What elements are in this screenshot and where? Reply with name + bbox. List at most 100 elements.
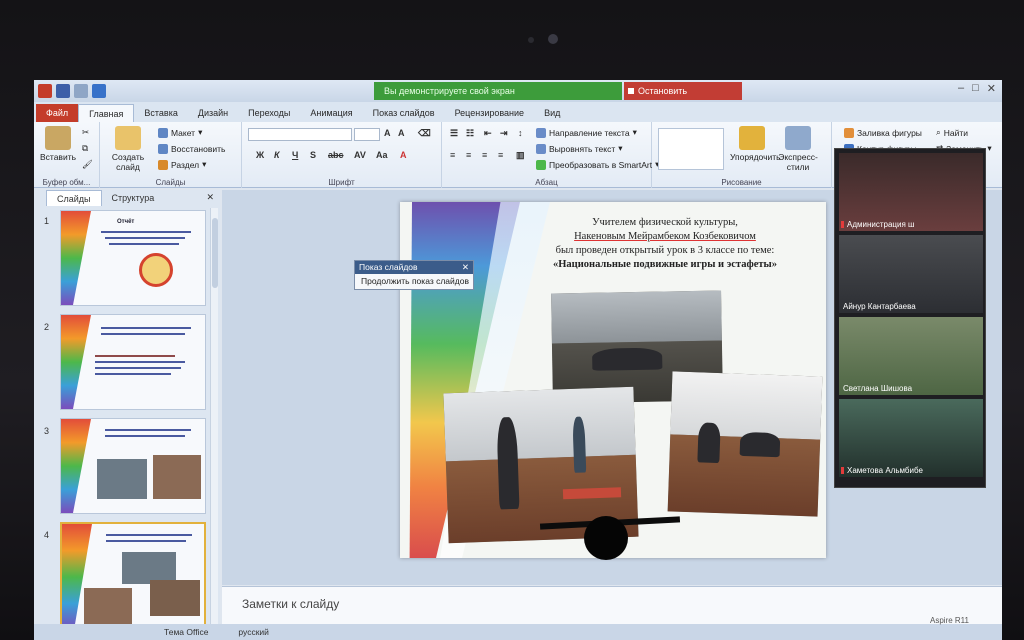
underline-icon[interactable]: Ч [292,150,298,160]
resume-slideshow-item[interactable]: Продолжить показ слайдов [355,274,473,289]
section-button[interactable]: Раздел ▾ [158,158,206,171]
char-spacing-icon[interactable]: AV [354,150,366,160]
decrease-indent-icon[interactable]: ⇤ [484,128,492,139]
shrink-font-icon[interactable]: A [398,128,405,138]
popup-close-icon[interactable]: ✕ [462,261,469,274]
close-panel-icon[interactable]: ✕ [206,192,214,203]
paste-icon [45,126,71,150]
bold-icon[interactable]: Ж [256,150,264,160]
thumb-text-line [101,231,191,233]
thumb-photo [84,588,132,626]
stop-sharing-button[interactable]: Остановить демонстрацию [624,82,742,114]
clipboard-group-label: Буфер обм... [42,178,91,187]
text-direction-button[interactable]: Направление текста ▾ [536,126,637,139]
tab-slides[interactable]: Слайды [46,190,102,206]
slide-thumbnail-3[interactable] [60,418,206,514]
participant-tile[interactable]: Хаметова Альмбибе [839,399,983,477]
participant-tile[interactable]: Светлана Шишова [839,317,983,395]
thumb-text-line [105,429,191,431]
line-spacing-icon[interactable]: ↕ [518,128,523,138]
smartart-icon [536,159,546,170]
increase-indent-icon[interactable]: ⇥ [500,128,508,139]
lesson-photo-right[interactable] [667,371,823,517]
font-size-select[interactable] [354,128,380,141]
tab-file[interactable]: Файл [36,104,79,122]
thumb-stripe [61,419,91,513]
tab-animations[interactable]: Анимация [300,104,362,122]
current-slide[interactable]: Учителем физической культуры, Накеновым … [400,202,826,558]
theme-status: Тема Office [164,627,209,637]
reset-button[interactable]: Восстановить [158,142,225,155]
language-status[interactable]: русский [238,624,269,640]
font-family-select[interactable] [248,128,352,141]
device-brand-label: Aspire R11 [930,616,969,625]
align-center-icon[interactable]: ≡ [466,150,471,160]
strikethrough-icon[interactable]: abc [328,150,344,160]
cut-icon[interactable]: ✂ [82,126,89,139]
format-painter-icon[interactable]: 🖌 [82,158,93,171]
tab-outline[interactable]: Структура [102,190,165,206]
shape-fill-button[interactable]: Заливка фигуры [844,126,922,139]
slide-thumbnail-4[interactable] [60,522,206,632]
thumb-stripe [61,211,91,305]
justify-icon[interactable]: ≡ [498,150,503,160]
slide-thumbnail-1[interactable]: Отчёт [60,210,206,306]
numbering-icon[interactable]: ☷ [466,128,474,139]
slide-thumbnail-2[interactable] [60,314,206,410]
tab-view[interactable]: Вид [534,104,570,122]
notes-pane[interactable]: Заметки к слайду [222,586,1002,624]
save-icon[interactable] [56,84,70,98]
thumb-text-line [105,237,185,239]
tab-home[interactable]: Главная [78,104,135,122]
tab-transitions[interactable]: Переходы [238,104,300,122]
shape-fill-icon [844,127,854,138]
columns-icon[interactable]: ▥ [516,150,525,161]
start-slideshow-icon[interactable] [92,84,106,98]
participant-tile[interactable]: Администрация ш [839,153,983,231]
italic-icon[interactable]: К [274,150,280,160]
slide-text-block[interactable]: Учителем физической культуры, Накеновым … [520,216,810,272]
panel-tabs: Слайды Структура [46,190,164,206]
thumb-text-line [106,540,186,542]
grow-font-icon[interactable]: A [384,128,391,138]
shape-fill-label: Заливка фигуры [857,127,922,138]
align-right-icon[interactable]: ≡ [482,150,487,160]
align-left-icon[interactable]: ≡ [450,150,455,160]
clear-format-icon[interactable]: ⌫ [418,128,431,139]
bullets-icon[interactable]: ☰ [450,128,458,139]
panel-scrollbar[interactable] [210,208,218,628]
close-icon[interactable]: ✕ [987,82,996,95]
new-slide-button[interactable]: Создать слайд [106,126,150,172]
arrange-button[interactable]: Упорядочить [730,126,781,162]
quick-styles-button[interactable]: Экспресс-стили [776,126,820,172]
font-color-icon[interactable]: A [400,150,407,160]
minimize-icon[interactable]: – [958,82,964,95]
tab-slideshow[interactable]: Показ слайдов [363,104,445,122]
slide-number: 2 [44,322,50,332]
tab-review[interactable]: Рецензирование [445,104,535,122]
window-controls: – □ ✕ [958,82,996,95]
layout-button[interactable]: Макет ▾ [158,126,202,139]
shapes-gallery[interactable] [658,128,724,170]
participant-name: Администрация ш [847,220,915,229]
scroll-thumb[interactable] [212,218,218,288]
maximize-icon[interactable]: □ [972,82,979,95]
convert-smartart-button[interactable]: Преобразовать в SmartArt ▾ [536,158,659,171]
thumb-text-line [95,373,171,375]
participant-name: Хаметова Альмбибе [847,466,923,475]
align-text-label: Выровнять текст [549,143,616,154]
participant-tile[interactable]: Айнур Кантарбаева [839,235,983,313]
tab-design[interactable]: Дизайн [188,104,238,122]
tab-insert[interactable]: Вставка [134,104,187,122]
slide-number: 3 [44,426,50,436]
layout-label: Макет [171,127,196,138]
shadow-icon[interactable]: S [310,150,316,160]
align-text-button[interactable]: Выровнять текст ▾ [536,142,623,155]
paste-button[interactable]: Вставить [36,126,80,162]
thumb-text-line [105,435,185,437]
change-case-icon[interactable]: Aa [376,150,388,160]
slides-panel: Слайды Структура ✕ 1 Отчёт 2 3 4 [40,190,220,640]
find-button[interactable]: ⌕ Найти [936,126,968,139]
copy-icon[interactable]: ⧉ [82,142,88,155]
undo-icon[interactable] [74,84,88,98]
